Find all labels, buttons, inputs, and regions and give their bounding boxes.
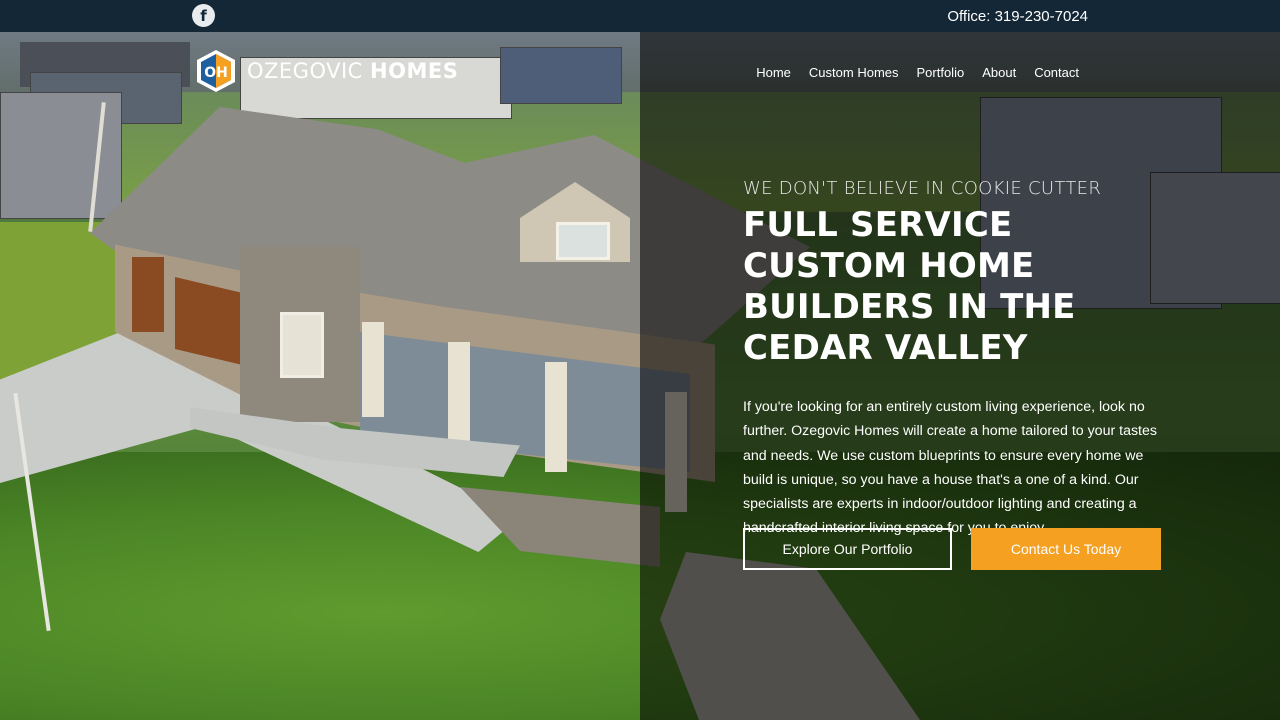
office-phone[interactable]: Office: 319-230-7024 bbox=[947, 8, 1088, 25]
explore-portfolio-button[interactable]: Explore Our Portfolio bbox=[743, 528, 952, 570]
brand-name-part2: HOMES bbox=[370, 59, 459, 83]
nav-contact[interactable]: Contact bbox=[1034, 65, 1079, 80]
contact-us-button[interactable]: Contact Us Today bbox=[971, 528, 1161, 570]
dormer-window bbox=[556, 222, 610, 260]
nav-home[interactable]: Home bbox=[756, 65, 791, 80]
porch-column bbox=[545, 362, 567, 472]
garage-door bbox=[132, 257, 164, 332]
nav-about[interactable]: About bbox=[982, 65, 1016, 80]
nav-custom-homes[interactable]: Custom Homes bbox=[809, 65, 899, 80]
logo-hexagon-icon: OH bbox=[197, 50, 235, 92]
porch-column bbox=[362, 322, 384, 417]
main-nav: Home Custom Homes Portfolio About Contac… bbox=[756, 65, 1079, 80]
top-bar: f Office: 319-230-7024 bbox=[0, 0, 1280, 32]
site-logo[interactable]: OH OZEGOVIC HOMES bbox=[193, 48, 458, 94]
hero-headline: FULL SERVICE CUSTOM HOME BUILDERS IN THE… bbox=[743, 205, 1076, 368]
logo-monogram: OH bbox=[204, 65, 228, 81]
porch-column bbox=[448, 342, 470, 442]
house-window bbox=[280, 312, 324, 378]
hero-content: WE DON'T BELIEVE IN COOKIE CUTTER FULL S… bbox=[743, 178, 1183, 541]
hero-eyebrow: WE DON'T BELIEVE IN COOKIE CUTTER bbox=[743, 178, 1102, 199]
nav-portfolio[interactable]: Portfolio bbox=[917, 65, 965, 80]
brand-name: OZEGOVIC HOMES bbox=[247, 59, 458, 83]
hero-description: If you're looking for an entirely custom… bbox=[743, 399, 1157, 537]
facebook-icon[interactable]: f bbox=[192, 4, 215, 27]
brand-name-part1: OZEGOVIC bbox=[247, 59, 363, 83]
neighbor-house bbox=[500, 47, 622, 104]
